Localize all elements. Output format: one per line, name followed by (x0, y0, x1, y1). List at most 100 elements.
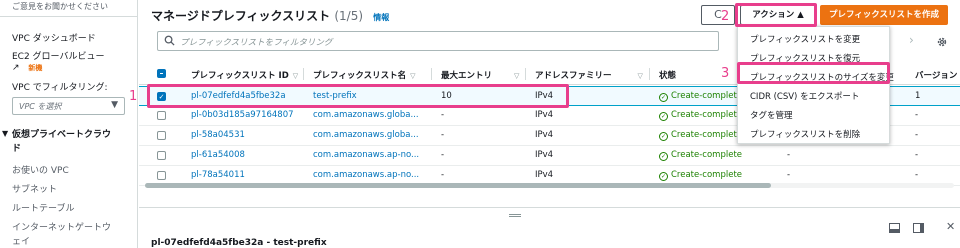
info-link[interactable]: 情報 (373, 13, 389, 22)
highlight-actions-button (735, 3, 817, 27)
prefix-list-id-link[interactable]: pl-58a04531 (191, 130, 245, 140)
page-title-text: マネージドプレフィックスリスト (151, 9, 331, 23)
column-header-state[interactable]: 状態 (659, 69, 676, 81)
close-icon[interactable]: ✕ (946, 220, 955, 233)
horizontal-scrollbar[interactable] (145, 183, 954, 188)
max-entries: - (441, 150, 445, 160)
extra-cell: - (787, 170, 791, 180)
resize-handle[interactable] (509, 214, 521, 217)
step-number-3: 3 (721, 66, 730, 81)
sort-icon: ▽ (514, 72, 520, 80)
prefix-list-name-link[interactable]: com.amazonaws.ap-no... (313, 150, 419, 160)
sidebar-item-subnets[interactable]: サブネット (12, 182, 57, 195)
split-panel-title: pl-07edfefd4a5fbe32a - test-prefix (151, 238, 327, 248)
column-header-version[interactable]: バージョン (915, 69, 957, 81)
sidebar: ご意見をお聞かせください VPC ダッシュボード EC2 グローバルビュー ↗ … (0, 0, 138, 248)
sidebar-item-route-tables[interactable]: ルートテーブル (12, 201, 74, 214)
highlight-resize-item (737, 62, 890, 84)
column-divider[interactable] (649, 68, 650, 80)
version: - (915, 150, 919, 160)
prefix-list-name-link[interactable]: com.amazonaws.globa... (313, 130, 419, 140)
sidebar-item-ec2-global-view[interactable]: EC2 グローバルビュー (12, 49, 104, 62)
selection-count: (1/5) (334, 9, 364, 23)
panel-bottom-icon[interactable] (889, 223, 900, 233)
search-input[interactable]: プレフィックスリストをフィルタリング (157, 31, 719, 51)
scrollbar-thumb[interactable] (145, 183, 771, 188)
row-checkbox[interactable] (157, 111, 166, 120)
sidebar-item-internet-gateways[interactable]: インターネットゲートウ (12, 220, 111, 233)
version: - (915, 130, 919, 140)
page-title: マネージドプレフィックスリスト (1/5) 情報 (151, 7, 389, 24)
refresh-button[interactable]: C (701, 5, 735, 25)
success-icon: ✓ (659, 152, 668, 161)
prefix-list-id-link[interactable]: pl-61a54008 (191, 150, 245, 160)
sort-icon: ▽ (637, 72, 643, 80)
column-header-name[interactable]: プレフィックスリスト名 ▽ (313, 69, 415, 81)
menu-item-delete[interactable]: プレフィックスリストを削除 (738, 125, 889, 141)
column-header-max[interactable]: 最大エントリ ▽ (441, 69, 519, 81)
create-prefix-list-button[interactable]: プレフィックスリストを作成 (820, 5, 948, 25)
sidebar-item-internet-gateways-cont: ェイ (12, 237, 31, 247)
success-icon: ✓ (659, 112, 668, 121)
select-all-checkbox[interactable] (157, 69, 166, 78)
sidebar-item-your-vpcs[interactable]: お使いの VPC (12, 163, 69, 176)
row-checkbox[interactable] (157, 151, 166, 160)
menu-item-manage-tags[interactable]: タグを管理 (738, 106, 889, 122)
sort-icon: ▽ (410, 72, 416, 80)
state-status: ✓ Create-complete (659, 130, 743, 141)
highlight-selected-row (147, 84, 569, 108)
address-family: IPv4 (535, 150, 554, 160)
address-family: IPv4 (535, 110, 554, 120)
vpc-select[interactable]: VPC を選択 ▼ (12, 97, 125, 115)
row-checkbox[interactable] (157, 131, 166, 140)
success-icon: ✓ (659, 172, 668, 181)
step-number-1: 1 (129, 89, 138, 104)
address-family: IPv4 (535, 170, 554, 180)
next-page-icon[interactable]: › (909, 33, 914, 47)
max-entries: - (441, 110, 445, 120)
prefix-list-name-link[interactable]: com.amazonaws.ap-no... (313, 170, 419, 180)
panel-side-icon[interactable] (913, 223, 924, 233)
extra-cell: - (787, 150, 791, 160)
sidebar-item-vpc-dashboard[interactable]: VPC ダッシュボード (12, 31, 96, 44)
max-entries: - (441, 130, 445, 140)
state-status: ✓ Create-complete (659, 170, 743, 181)
search-icon (164, 35, 175, 49)
column-divider[interactable] (525, 68, 526, 80)
external-link-icon[interactable]: ↗ (12, 63, 20, 73)
state-status: ✓ Create-complete (659, 91, 743, 102)
step-number-2: 2 (721, 9, 730, 24)
prefix-list-name-link[interactable]: com.amazonaws.globa... (313, 110, 419, 120)
success-icon: ✓ (659, 132, 668, 141)
sort-icon: ▽ (292, 72, 299, 80)
chevron-down-icon: ▼ (111, 100, 118, 110)
state-status: ✓ Create-complete (659, 110, 743, 121)
vpc-select-value: VPC を選択 (19, 102, 62, 111)
version: 1 (915, 91, 921, 101)
prefix-list-id-link[interactable]: pl-0b03d185a97164807 (191, 110, 294, 120)
gear-icon[interactable] (936, 33, 948, 52)
sidebar-section-vpc-cont: ド (12, 144, 22, 154)
success-icon: ✓ (659, 93, 668, 102)
menu-item-export-cidr[interactable]: CIDR (CSV) をエクスポート (738, 87, 889, 103)
menu-item-modify[interactable]: プレフィックスリストを変更 (738, 30, 889, 46)
row-checkbox[interactable] (157, 171, 166, 180)
prefix-list-id-link[interactable]: pl-78a54011 (191, 170, 245, 180)
column-divider[interactable] (303, 68, 304, 80)
column-header-family[interactable]: アドレスファミリー ▽ (535, 69, 643, 81)
split-panel: ✕ pl-07edfefd4a5fbe32a - test-prefix (139, 207, 960, 248)
sidebar-section-vpc[interactable]: 仮想プライベートクラウ (12, 127, 111, 140)
table-row[interactable]: pl-61a54008 com.amazonaws.ap-no... - IPv… (139, 146, 960, 166)
feedback-link[interactable]: ご意見をお聞かせください (12, 1, 108, 12)
sidebar-divider (0, 16, 137, 17)
page: ご意見をお聞かせください VPC ダッシュボード EC2 グローバルビュー ↗ … (0, 0, 960, 248)
max-entries: - (441, 170, 445, 180)
actions-menu: プレフィックスリストを変更 プレフィックスリストを復元 プレフィックスリストのサ… (737, 26, 894, 144)
column-divider[interactable] (431, 68, 432, 80)
state-status: ✓ Create-complete (659, 150, 743, 161)
address-family: IPv4 (535, 130, 554, 140)
column-header-id[interactable]: プレフィックスリスト ID ▽ (191, 69, 298, 81)
vpc-filter-label: VPC でフィルタリング: (12, 83, 108, 93)
main-content: マネージドプレフィックスリスト (1/5) 情報 C アクション ▲ プレフィッ… (139, 0, 960, 248)
collapse-section-icon[interactable]: ▼ (2, 129, 8, 138)
